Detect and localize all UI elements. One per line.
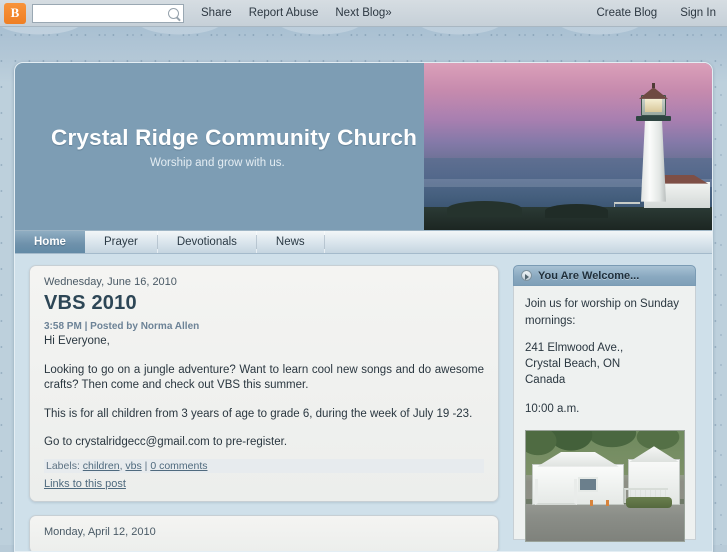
blogger-logo-icon[interactable]: B: [4, 2, 26, 24]
tab-home[interactable]: Home: [15, 231, 85, 253]
sidebar-widget-body: Join us for worship on Sunday mornings: …: [513, 286, 696, 542]
post-labels-footer: Labels: children, vbs | 0 comments: [44, 458, 484, 473]
post-body: Hi Everyone, Looking to go on a jungle a…: [44, 334, 484, 450]
lighthouse-roof: [639, 87, 668, 99]
church-window: [578, 476, 598, 493]
post-date: Monday, April 12, 2010: [44, 525, 156, 538]
main-column: Wednesday, June 16, 2010 VBS 2010 3:58 P…: [29, 265, 499, 551]
blog-title: Crystal Ridge Community Church: [51, 125, 418, 150]
post-meta: 3:58 PM | Posted by Norma Allen: [44, 321, 200, 332]
lighthouse-gallery: [636, 115, 671, 121]
church-building-photo: [525, 429, 685, 542]
search-icon[interactable]: [168, 7, 179, 19]
navbar-right-group: Create Blog Sign In: [573, 7, 716, 19]
chevron-right-icon: [521, 270, 532, 281]
links-to-this-post-link[interactable]: Links to this post: [44, 478, 126, 490]
sidebar-address: 241 Elmwood Ave., Crystal Beach, ON Cana…: [525, 342, 624, 387]
blogger-navbar: B Share Report Abuse Next Blog» Create B…: [0, 0, 727, 27]
blog-header: Crystal Ridge Community Church Worship a…: [15, 63, 712, 230]
fence: [614, 201, 640, 207]
label-link-children[interactable]: children: [83, 460, 120, 472]
lighthouse-finial: [652, 83, 655, 89]
sidebar-service-time: 10:00 a.m.: [525, 402, 580, 415]
church-porch: [535, 478, 577, 506]
traffic-cone: [590, 499, 593, 506]
share-link[interactable]: Share: [201, 7, 232, 19]
search-box[interactable]: [32, 3, 184, 23]
post-paragraph: Looking to go on a jungle adventure? Wan…: [44, 364, 484, 392]
blog-post: Monday, April 12, 2010: [29, 514, 499, 551]
nav-tabs: Home Prayer Devotionals News: [15, 230, 712, 254]
tab-news[interactable]: News: [257, 231, 325, 253]
post-title: VBS 2010: [44, 292, 137, 314]
search-input[interactable]: [36, 5, 166, 21]
sign-in-link[interactable]: Sign In: [680, 7, 716, 19]
blog-description: Worship and grow with us.: [150, 157, 285, 169]
content-area: Wednesday, June 16, 2010 VBS 2010 3:58 P…: [15, 254, 712, 551]
traffic-cone: [606, 499, 609, 506]
post-links-row: Links to this post: [44, 478, 484, 490]
report-abuse-link[interactable]: Report Abuse: [249, 7, 319, 19]
post-date: Wednesday, June 16, 2010: [44, 276, 177, 288]
tab-prayer[interactable]: Prayer: [85, 231, 158, 253]
post-paragraph: Hi Everyone,: [44, 335, 110, 347]
sidebar-heading: You Are Welcome...: [538, 269, 640, 282]
post-paragraph: Go to crystalridgecc@gmail.com to pre-re…: [44, 435, 288, 448]
lighthouse-tower: [641, 119, 666, 202]
shrubs: [626, 496, 672, 508]
blog-post: Wednesday, June 16, 2010 VBS 2010 3:58 P…: [29, 265, 499, 502]
sidebar: You Are Welcome... Join us for worship o…: [513, 265, 696, 551]
sidebar-widget-header: You Are Welcome...: [513, 265, 696, 286]
shoreline: [424, 200, 712, 230]
sidebar-intro: Join us for worship on Sunday mornings:: [525, 298, 680, 327]
label-link-vbs[interactable]: vbs: [125, 460, 141, 472]
post-paragraph: This is for all children from 3 years of…: [44, 407, 473, 420]
comments-link[interactable]: 0 comments: [150, 460, 207, 472]
next-blog-link[interactable]: Next Blog»: [335, 7, 391, 19]
blog-shell: Crystal Ridge Community Church Worship a…: [14, 62, 713, 552]
header-text-block: Crystal Ridge Community Church Worship a…: [15, 63, 424, 230]
labels-prefix: Labels:: [46, 459, 80, 472]
lighthouse-photo: [424, 63, 712, 230]
create-blog-link[interactable]: Create Blog: [596, 7, 657, 19]
tab-devotionals[interactable]: Devotionals: [158, 231, 258, 253]
